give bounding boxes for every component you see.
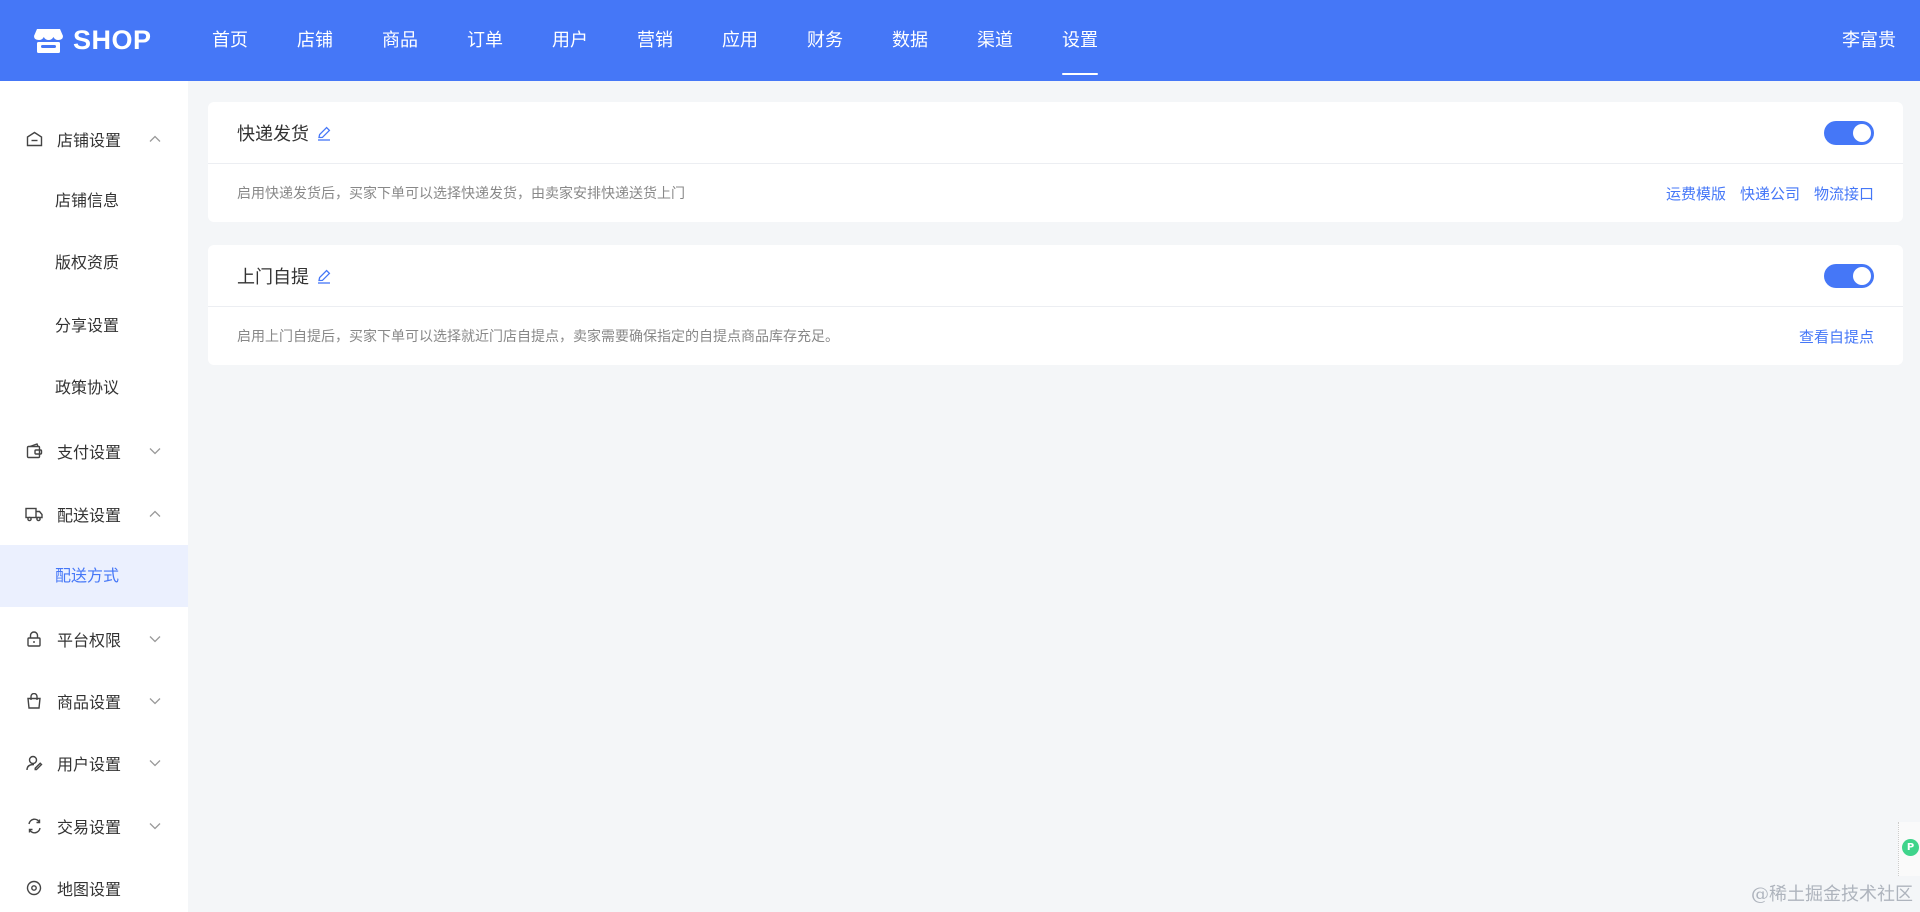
chevron-down-icon	[149, 823, 161, 830]
toggle-knob	[1853, 266, 1871, 285]
sidebar-item-share-settings[interactable]: 分享设置	[0, 295, 188, 357]
sidebar-group-label: 地图设置	[57, 880, 122, 899]
top-header: SHOP 首页 店铺 商品 订单 用户 营销 应用 财务 数据 渠道 设置 李富…	[0, 0, 1920, 81]
sidebar-group-label: 商品设置	[57, 693, 122, 712]
card-description: 启用上门自提后，买家下单可以选择就近门店自提点，卖家需要确保指定的自提点商品库存…	[237, 329, 839, 345]
sidebar-group-label: 用户设置	[57, 755, 122, 774]
nav-item-marketing[interactable]: 营销	[637, 0, 673, 81]
card-body: 启用快递发货后，买家下单可以选择快递发货，由卖家安排快递送货上门 运费模版 快递…	[208, 164, 1903, 222]
card-body: 启用上门自提后，买家下单可以选择就近门店自提点，卖家需要确保指定的自提点商品库存…	[208, 307, 1903, 365]
sidebar-item-delivery-method[interactable]: 配送方式	[0, 545, 188, 607]
sidebar-group-label: 店铺设置	[57, 131, 122, 150]
sidebar-group-platform-permissions[interactable]: 平台权限	[0, 608, 188, 670]
sidebar: 店铺设置 店铺信息 版权资质 分享设置 政策协议 支付设置 配送设置 配送方式 …	[0, 81, 188, 912]
chevron-down-icon	[149, 698, 161, 705]
nav-item-finance[interactable]: 财务	[807, 0, 843, 81]
sidebar-group-trade-settings[interactable]: 交易设置	[0, 795, 188, 857]
sidebar-group-label: 支付设置	[57, 443, 122, 462]
card-links: 运费模版 快递公司 物流接口	[1652, 183, 1874, 204]
chevron-up-icon	[149, 135, 161, 142]
logistics-api-link[interactable]: 物流接口	[1814, 183, 1874, 204]
sidebar-group-payment-settings[interactable]: 支付设置	[0, 420, 188, 482]
sidebar-group-product-settings[interactable]: 商品设置	[0, 670, 188, 732]
nav-item-data[interactable]: 数据	[892, 0, 928, 81]
chevron-down-icon	[149, 448, 161, 455]
nav-item-orders[interactable]: 订单	[467, 0, 503, 81]
sidebar-group-label: 配送设置	[57, 506, 122, 525]
store-pickup-toggle[interactable]	[1824, 263, 1874, 288]
user-edit-icon	[25, 754, 43, 772]
logo[interactable]: SHOP	[34, 25, 212, 56]
sidebar-item-policy[interactable]: 政策协议	[0, 357, 188, 419]
user-name[interactable]: 李富贵	[1842, 0, 1896, 81]
chevron-down-icon	[149, 760, 161, 767]
sidebar-group-map-settings[interactable]: 地图设置	[0, 857, 188, 912]
sidebar-group-user-settings[interactable]: 用户设置	[0, 732, 188, 794]
nav-item-users[interactable]: 用户	[552, 0, 588, 81]
lock-icon	[25, 630, 43, 648]
sidebar-item-copyright[interactable]: 版权资质	[0, 232, 188, 294]
express-delivery-toggle[interactable]	[1824, 120, 1874, 145]
courier-company-link[interactable]: 快递公司	[1740, 183, 1800, 204]
exchange-icon	[25, 817, 43, 835]
helper-icon: P	[1902, 839, 1919, 856]
nav-item-products[interactable]: 商品	[382, 0, 418, 81]
truck-icon	[25, 505, 43, 523]
sidebar-item-store-info[interactable]: 店铺信息	[0, 170, 188, 232]
sidebar-group-label: 交易设置	[57, 818, 122, 837]
edit-icon[interactable]	[316, 125, 332, 141]
map-pin-icon	[25, 879, 43, 897]
chevron-up-icon	[149, 510, 161, 517]
nav-item-store[interactable]: 店铺	[297, 0, 333, 81]
toggle-knob	[1853, 123, 1871, 142]
wallet-icon	[25, 442, 43, 460]
shipping-template-link[interactable]: 运费模版	[1666, 183, 1726, 204]
card-header: 快递发货	[208, 102, 1903, 164]
floating-helper-widget[interactable]: P	[1898, 822, 1920, 876]
card-title: 上门自提	[237, 266, 309, 288]
watermark: @稀土掘金技术社区	[1751, 884, 1913, 905]
nav-item-channels[interactable]: 渠道	[977, 0, 1013, 81]
bag-icon	[25, 692, 43, 710]
sidebar-group-label: 平台权限	[57, 631, 122, 650]
edit-icon[interactable]	[316, 268, 332, 284]
sidebar-group-delivery-settings[interactable]: 配送设置	[0, 483, 188, 545]
sidebar-group-store-settings[interactable]: 店铺设置	[0, 108, 188, 170]
card-title: 快递发货	[237, 123, 309, 145]
main-nav: 首页 店铺 商品 订单 用户 营销 应用 财务 数据 渠道 设置	[212, 0, 1147, 81]
home-icon	[25, 130, 43, 148]
logo-text: SHOP	[73, 25, 152, 55]
nav-item-apps[interactable]: 应用	[722, 0, 758, 81]
nav-item-home[interactable]: 首页	[212, 0, 248, 81]
view-pickup-points-link[interactable]: 查看自提点	[1799, 326, 1874, 347]
card-header: 上门自提	[208, 245, 1903, 307]
nav-item-settings[interactable]: 设置	[1062, 0, 1098, 81]
express-delivery-card: 快递发货 启用快递发货后，买家下单可以选择快递发货，由卖家安排快递送货上门 运费…	[208, 102, 1903, 222]
card-links: 查看自提点	[1785, 326, 1874, 347]
store-pickup-card: 上门自提 启用上门自提后，买家下单可以选择就近门店自提点，卖家需要确保指定的自提…	[208, 245, 1903, 365]
store-icon	[34, 28, 63, 53]
card-description: 启用快递发货后，买家下单可以选择快递发货，由卖家安排快递送货上门	[237, 186, 685, 202]
chevron-down-icon	[149, 636, 161, 643]
